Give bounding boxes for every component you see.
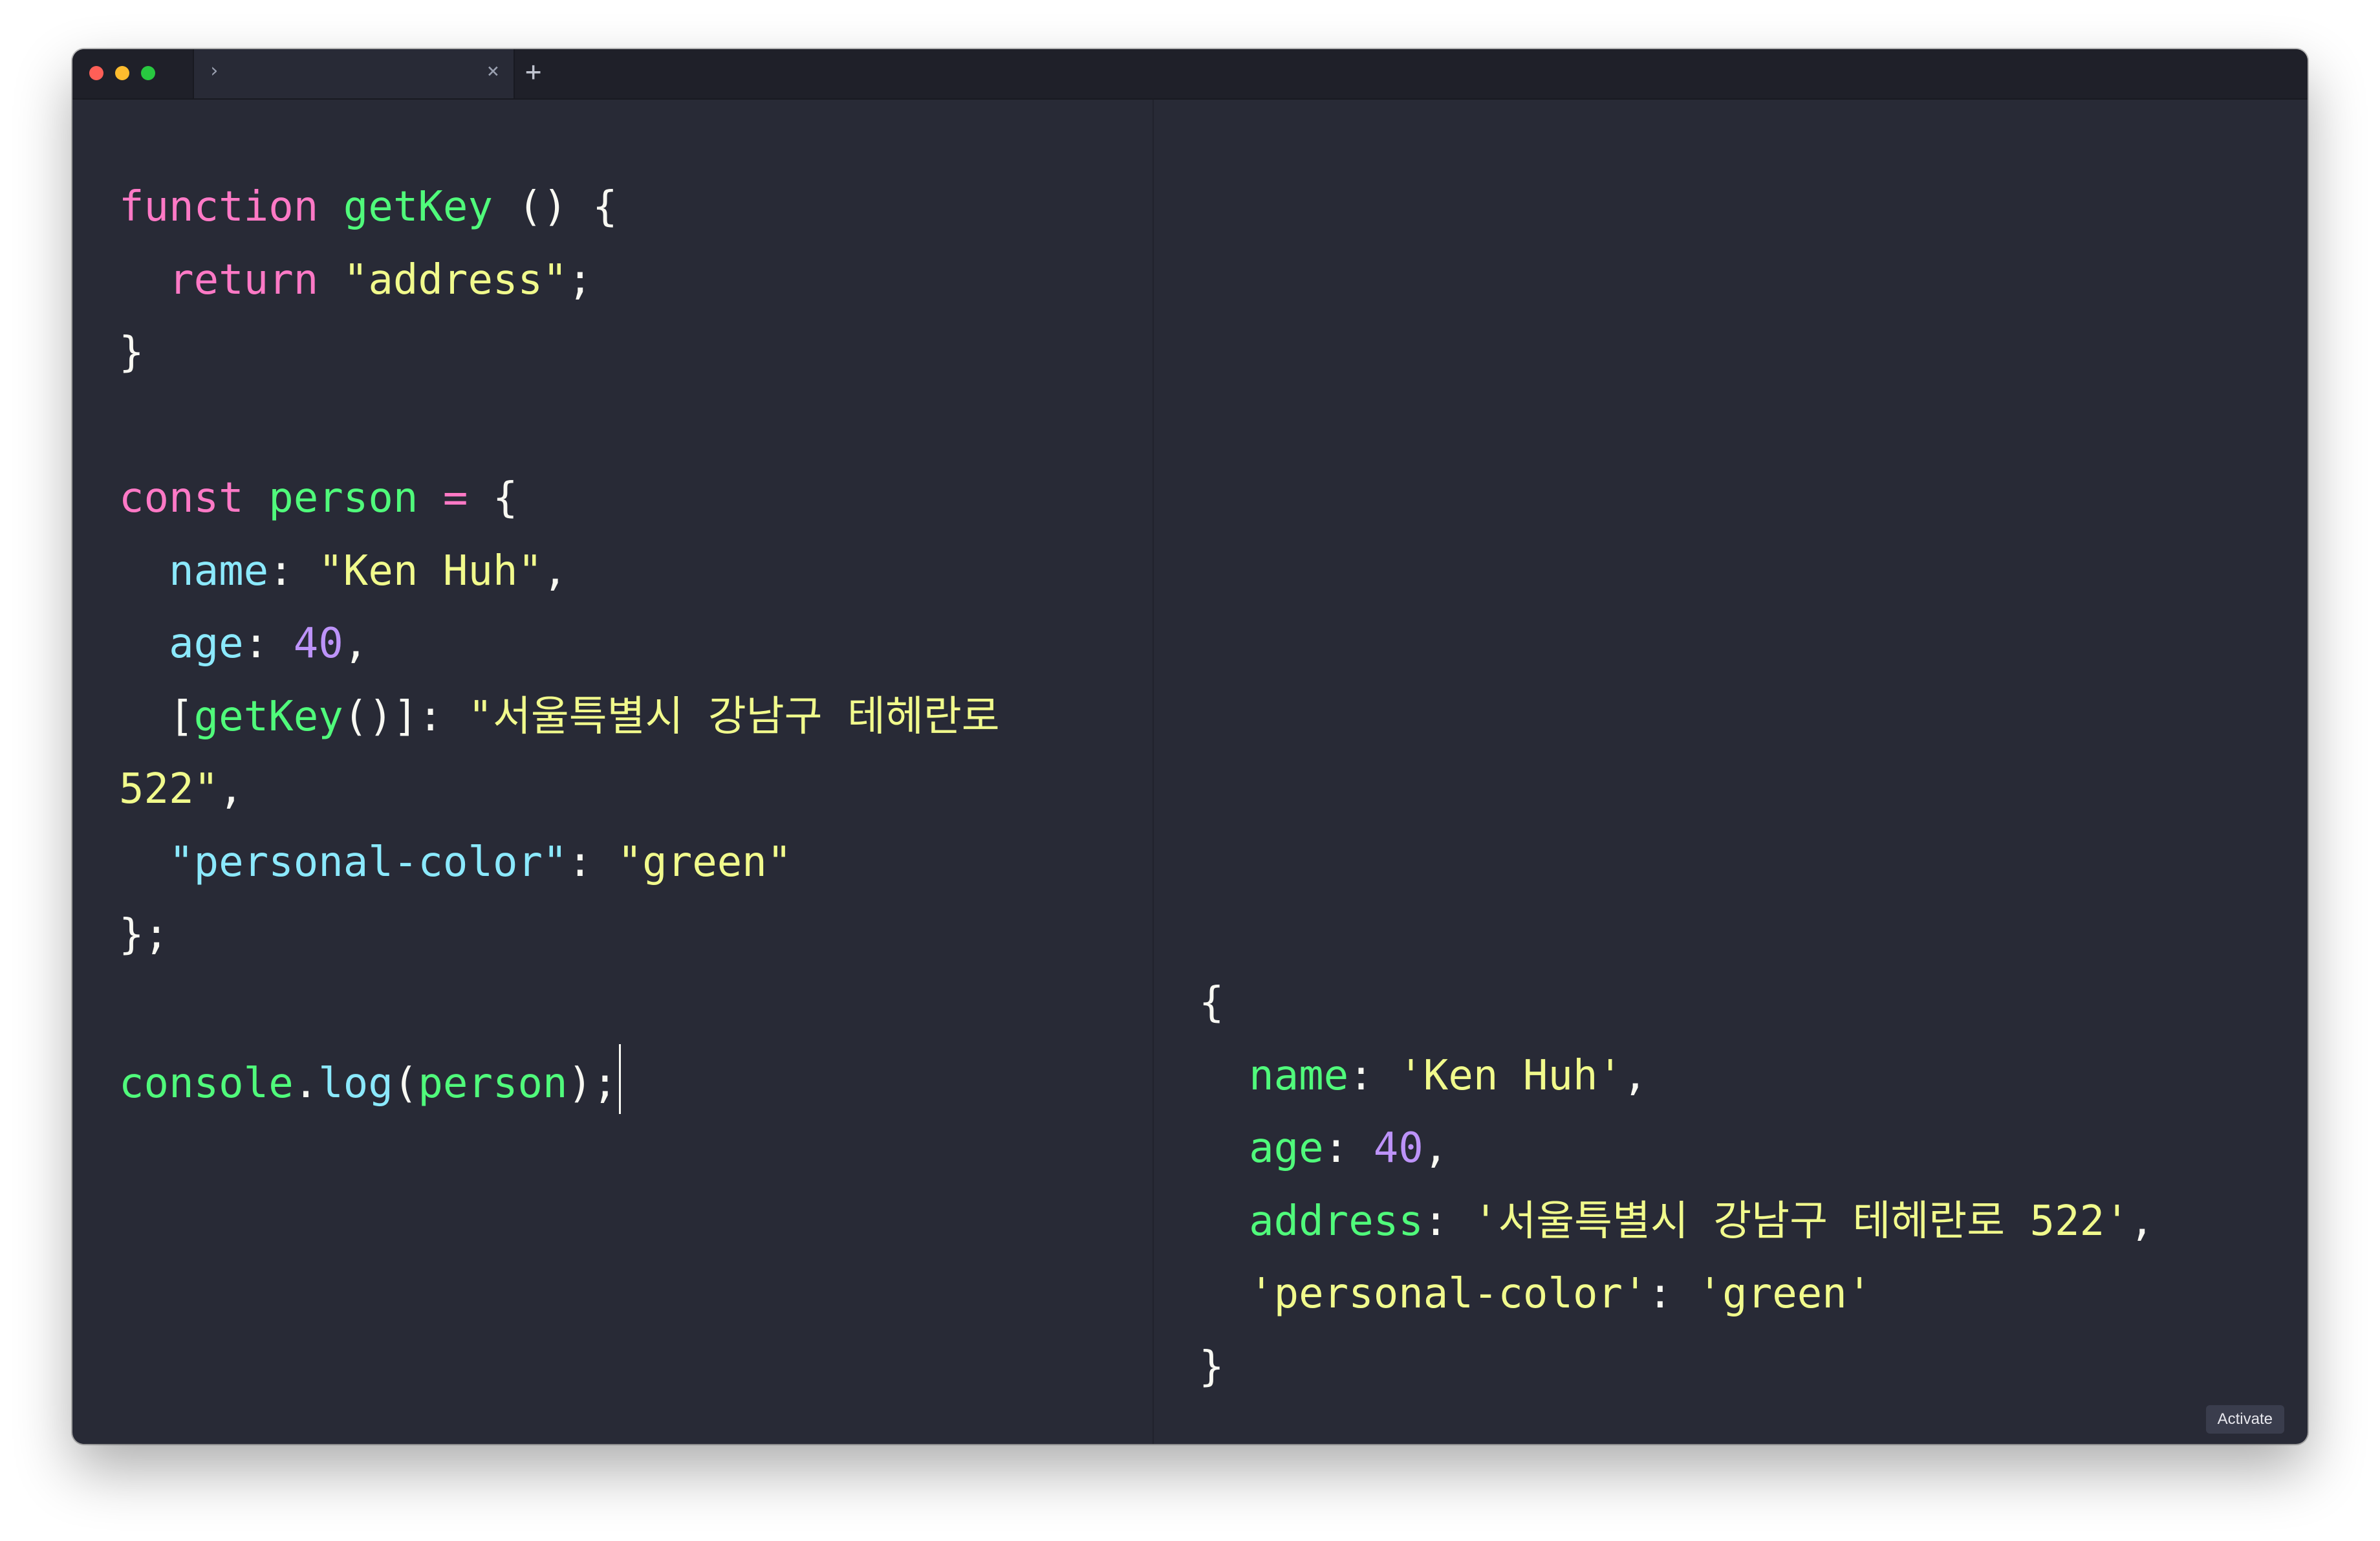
code-token: name [169, 547, 269, 595]
output-line: age: 40, [1199, 1112, 2154, 1185]
text-caret [618, 1044, 621, 1114]
code-token: , [1623, 1051, 1648, 1100]
code-token: console [119, 1060, 294, 1108]
code-token: . [293, 1060, 319, 1108]
code-token: getKey [343, 183, 493, 231]
code-token: "address" [343, 256, 568, 304]
code-token: }; [119, 911, 169, 959]
code-line[interactable] [119, 972, 1000, 1045]
code-token: "personal-color" [169, 838, 568, 886]
code-token: : [1647, 1270, 1698, 1318]
code-token: () { [492, 183, 618, 231]
code-token: return [169, 256, 319, 304]
code-line[interactable]: name: "Ken Huh", [119, 535, 1000, 608]
code-token: ; [567, 256, 593, 304]
code-token: "Ken Huh" [318, 547, 543, 595]
code-line[interactable] [119, 389, 1000, 463]
chevron-right-icon: › [208, 60, 221, 82]
code-token: , [543, 547, 568, 595]
code-token: '서울특별시 강남구 테헤란로 522' [1473, 1197, 2130, 1245]
output-line: name: 'Ken Huh', [1199, 1040, 2154, 1113]
code-token: : [243, 620, 294, 668]
code-line[interactable]: [getKey()]: "서울특별시 강남구 테헤란로 [119, 681, 1000, 754]
code-token: { [468, 474, 518, 522]
code-token: 'Ken Huh' [1398, 1051, 1623, 1100]
code-token: { [1199, 979, 1224, 1027]
code-token: age [169, 620, 244, 668]
close-window-button[interactable] [89, 66, 103, 80]
code-token: , [1423, 1124, 1449, 1172]
maximize-window-button[interactable] [141, 66, 155, 80]
code-token: age [1249, 1124, 1324, 1172]
output-line: } [1199, 1331, 2154, 1404]
editor-code[interactable]: function getKey () { return "address";} … [119, 171, 1000, 1117]
code-line[interactable]: console.log(person); [119, 1044, 1000, 1117]
code-token: : [268, 547, 319, 595]
code-token: 522" [119, 765, 219, 813]
code-token: : [567, 838, 618, 886]
code-token: log [318, 1060, 393, 1108]
output-code: { name: 'Ken Huh', age: 40, address: '서울… [1199, 967, 2154, 1403]
output-line: 'personal-color': 'green' [1199, 1258, 2154, 1331]
code-token: "green" [617, 838, 792, 886]
code-token: : [1423, 1197, 1473, 1245]
code-token: } [1199, 1342, 1224, 1391]
code-token: const [119, 474, 244, 522]
minimize-window-button[interactable] [115, 66, 129, 80]
code-line[interactable]: } [119, 316, 1000, 389]
code-line[interactable]: const person = { [119, 462, 1000, 535]
code-token: , [343, 620, 369, 668]
code-token: function [119, 183, 319, 231]
code-token: = [442, 474, 468, 522]
output-line: { [1199, 967, 2154, 1040]
activate-button[interactable]: Activate [2205, 1405, 2284, 1434]
code-token: : [1348, 1051, 1399, 1100]
code-token: , [219, 765, 244, 813]
new-tab-button[interactable]: + [525, 56, 541, 87]
code-token: 'green' [1697, 1270, 1872, 1318]
code-token: address [1249, 1197, 1423, 1245]
code-line[interactable]: function getKey () { [119, 171, 1000, 244]
close-tab-icon[interactable]: × [487, 58, 499, 83]
code-token: : [1323, 1124, 1374, 1172]
code-token: "서울특별시 강남구 테헤란로 [468, 692, 1000, 741]
code-token: getKey [193, 692, 343, 741]
code-token: 40 [1373, 1124, 1423, 1172]
code-line[interactable]: age: 40, [119, 607, 1000, 681]
code-line[interactable]: return "address"; [119, 244, 1000, 317]
code-token: 40 [293, 620, 343, 668]
output-panel: { name: 'Ken Huh', age: 40, address: '서울… [1154, 100, 2308, 1444]
code-token: name [1249, 1051, 1349, 1100]
code-token: } [119, 329, 144, 377]
tab-untitled[interactable]: › × [193, 49, 515, 98]
code-token: , [2129, 1197, 2155, 1245]
output-line: address: '서울특별시 강남구 테헤란로 522', [1199, 1185, 2154, 1258]
code-token: [ [119, 692, 194, 741]
app-window: › × + function getKey () { return "addre… [72, 49, 2308, 1444]
code-token: 'personal-color' [1249, 1270, 1648, 1318]
code-token: person [268, 474, 418, 522]
code-editor[interactable]: function getKey () { return "address";} … [72, 100, 1152, 1444]
code-line[interactable]: }; [119, 899, 1000, 972]
code-line[interactable]: "personal-color": "green" [119, 826, 1000, 899]
code-line[interactable]: 522", [119, 753, 1000, 826]
code-token: ()]: [343, 692, 468, 741]
code-token: person [418, 1060, 568, 1108]
code-token: ( [393, 1060, 418, 1108]
code-token: ); [567, 1060, 618, 1108]
title-bar: › × + [72, 49, 2308, 100]
